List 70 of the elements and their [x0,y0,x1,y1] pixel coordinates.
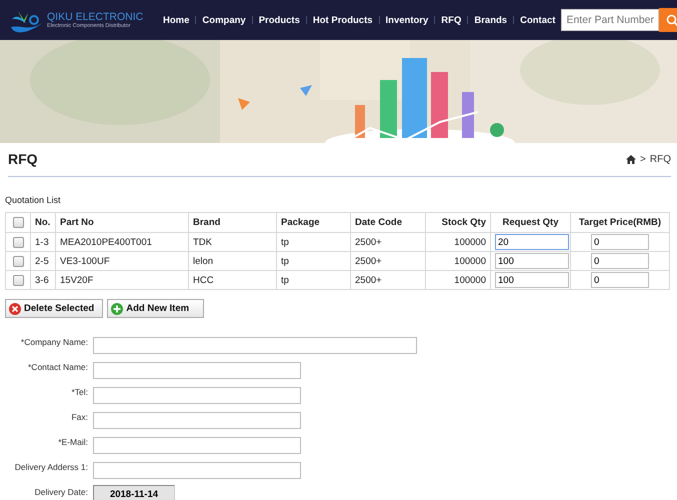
field-label: *Contact Name: [27,361,88,372]
quantity-field[interactable]: 100 [495,272,569,288]
field-label: Delivery Date: [34,486,88,497]
nav-link[interactable]: Inventory [380,14,434,26]
nav-link[interactable]: Home [157,14,196,26]
add-button[interactable]: Add New Item [107,299,204,318]
nav-link[interactable]: Products [252,14,306,26]
text-field[interactable] [93,362,301,379]
text-field[interactable] [93,412,301,429]
field-label: Fax: [70,411,88,422]
table-cell: 2500+ [350,252,426,270]
search-icon [666,14,677,26]
column-header: Package [276,212,350,232]
table-cell: lelon [188,252,276,270]
table-cell: 100000 [426,252,490,270]
table-cell: 1-3 [30,232,56,252]
text-field[interactable] [93,462,301,479]
column-header: Target Price(RMB) [570,212,670,232]
text-field[interactable] [93,437,301,454]
column-header: Date Code [350,212,426,232]
delete-button[interactable]: Delete Selected [5,299,104,318]
table-cell: 100000 [426,232,490,252]
column-header: No. [30,212,56,232]
logo-title: QIKU ELECTRONIC [47,10,144,22]
delete-icon [9,302,21,314]
column-header: Request Qty [490,212,570,232]
table-cell: 2500+ [350,270,426,290]
quantity-field[interactable]: 20 [495,234,569,250]
quantity-field[interactable]: 100 [495,253,569,269]
column-header: Part No [56,212,188,232]
nav-link[interactable]: Company [196,14,252,26]
field-label: Delivery Adderss 1: [14,461,88,472]
table-cell: 3-6 [30,270,56,290]
table-cell: VE3-100UF [56,252,188,270]
nav-link[interactable]: Hot Products [306,14,379,26]
nav-link[interactable]: Contact [514,14,562,26]
home-icon[interactable] [626,154,636,164]
text-field[interactable] [93,337,417,354]
section-caption: Quotation List [5,195,62,205]
search-field[interactable]: Enter Part Number [561,9,660,31]
field-label: *E-Mail: [57,436,88,447]
nav-link[interactable]: RFQ [435,14,468,26]
breadcrumb-link[interactable]: RFQ [650,154,671,164]
field-label: *Company Name: [20,336,88,347]
date-field[interactable]: 2018-11-14 [93,485,175,500]
table-cell: TDK [188,232,276,252]
checkbox[interactable] [12,217,24,228]
table-cell: 100000 [426,270,490,290]
add-icon [111,302,124,314]
table-cell: 2500+ [350,232,426,252]
checkbox[interactable] [12,274,24,286]
table-cell: 15V20F [56,270,188,290]
table-cell: tp [276,252,350,270]
page-title: RFQ [8,151,38,167]
table-cell: HCC [188,270,276,290]
checkbox[interactable] [12,236,24,248]
price-field[interactable]: 0 [591,234,649,250]
table-cell: tp [276,270,350,290]
table-cell: tp [276,232,350,252]
column-header: Brand [188,212,276,232]
checkbox[interactable] [12,256,24,266]
table-cell: 2-5 [30,252,56,270]
breadcrumb-separator: > [640,154,646,164]
column-header: Stock Qty [426,212,490,232]
nav-link[interactable]: Brands [468,14,514,26]
price-field[interactable]: 0 [591,253,649,269]
table-cell: MEA2010PE400T001 [56,232,188,252]
text-field[interactable] [93,387,301,404]
price-field[interactable]: 0 [591,272,649,288]
field-label: *Tel: [70,386,88,397]
